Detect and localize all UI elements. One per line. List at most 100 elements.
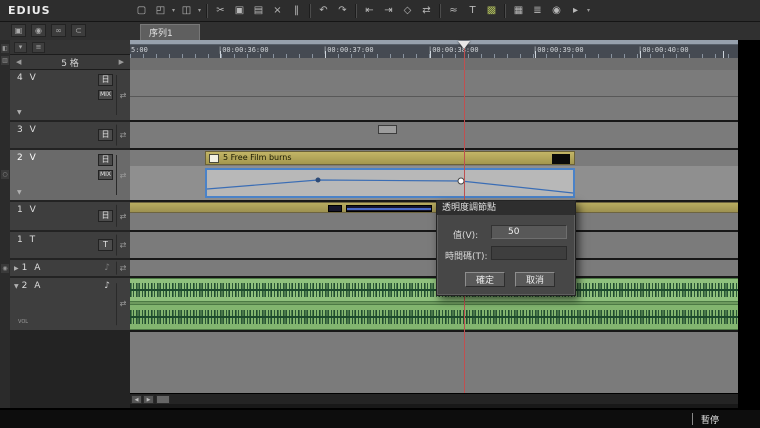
track-margin-row[interactable] (130, 58, 738, 70)
transparency-rubber-band[interactable] (207, 170, 573, 196)
audio-clip-channel-1[interactable] (130, 278, 738, 302)
panel-menu-icon[interactable]: ▾ (14, 42, 27, 53)
horizontal-scrollbar[interactable]: ◀ ▶ (130, 393, 738, 404)
scroll-right-icon[interactable]: ▶ (143, 395, 154, 404)
track-header-1v[interactable]: 1 V 日 ⇄ (10, 202, 130, 230)
expander-icon[interactable]: ▼ (14, 283, 19, 290)
expander-icon[interactable]: ▶ (14, 265, 19, 272)
save-dropdown-caret-icon[interactable]: ▾ (196, 7, 203, 14)
scroll-left-icon[interactable]: ◀ (131, 395, 142, 404)
track-1t-content[interactable] (130, 232, 738, 258)
tab-sequence-1[interactable]: 序列1 (140, 24, 200, 40)
timeline-area[interactable]: 5:00 |00:00:36:00 |00:00:37:00 |00:00:38… (130, 40, 738, 408)
clip-effect-icon[interactable] (328, 205, 342, 212)
open-dropdown-caret-icon[interactable]: ▾ (170, 7, 177, 14)
expander-icon[interactable]: ▼ (17, 189, 22, 196)
export-icon[interactable]: ▸ (566, 2, 585, 19)
multicam-icon[interactable]: ▦ (509, 2, 528, 19)
track-header-4v[interactable]: 4 V ▼ 日 MIX ⇄ (10, 70, 130, 120)
cut-icon[interactable]: ✂ (211, 2, 230, 19)
clip-film-burns[interactable]: 5 Free Film burns (205, 151, 575, 165)
track-header-1a[interactable]: ▶ 1 A ♪ ⇄ (10, 260, 130, 276)
set-out-point-icon[interactable]: ⇥ (379, 2, 398, 19)
scrollbar-thumb[interactable] (156, 395, 170, 404)
speaker-icon[interactable]: ♪ (104, 281, 110, 291)
clip-duration-bar[interactable] (346, 205, 432, 212)
add-marker-icon[interactable]: ◇ (398, 2, 417, 19)
track-1v-content[interactable] (130, 202, 738, 230)
track-3v-content[interactable] (130, 122, 738, 148)
audio-mixer-icon[interactable]: ≣ (528, 2, 547, 19)
audio-clip-channel-2[interactable] (130, 304, 738, 330)
sync-point-icon[interactable]: ⇄ (417, 2, 436, 19)
capture-icon[interactable]: ◉ (547, 2, 566, 19)
expander-icon[interactable]: ▼ (17, 109, 22, 116)
insert-mode-icon[interactable]: ⊂ (71, 24, 86, 37)
track-header-2a[interactable]: ▼ 2 A ♪ VOL ⇄ (10, 278, 130, 330)
copy-icon[interactable]: ▣ (230, 2, 249, 19)
panel-list-icon[interactable]: ≡ (32, 42, 45, 53)
add-transition-icon[interactable]: ≈ (444, 2, 463, 19)
clip-1v-strip[interactable] (130, 202, 738, 213)
strip-toggle-2-icon[interactable]: ▥ (1, 56, 9, 65)
undo-icon[interactable]: ↶ (314, 2, 333, 19)
sync-lock-icon[interactable]: ⇄ (116, 205, 129, 227)
dialog-title[interactable]: 透明度調節點 (437, 201, 575, 215)
ripple-delete-icon[interactable]: × (268, 2, 287, 19)
value-input[interactable]: 50 (491, 225, 567, 239)
clip-fragment[interactable] (378, 125, 397, 134)
scale-increase-icon[interactable]: ▶ (113, 58, 130, 66)
video-part-button[interactable]: 日 (98, 210, 113, 222)
time-scale-selector: ◀ 5 格 ▶ (10, 55, 130, 70)
paste-icon[interactable]: ▤ (249, 2, 268, 19)
ok-button[interactable]: 確定 (465, 272, 505, 287)
video-part-button[interactable]: 日 (98, 154, 113, 166)
save-project-icon[interactable]: ◫ (177, 2, 196, 19)
video-layouter-icon[interactable]: ▩ (482, 2, 501, 19)
track-2v-video-content[interactable]: 5 Free Film burns (130, 150, 738, 166)
track-2v-mixer-content[interactable] (130, 166, 738, 200)
sync-mode-icon[interactable]: ▣ (11, 24, 26, 37)
sync-lock-icon[interactable]: ⇄ (116, 75, 129, 115)
track-header-3v[interactable]: 3 V 日 ⇄ (10, 122, 130, 148)
track-header-2v[interactable]: 2 V ▼ 日 MIX ⇄ (10, 150, 130, 200)
track-header-1t[interactable]: 1 T T ⇄ (10, 232, 130, 258)
timeline-empty-area[interactable] (130, 332, 738, 393)
strip-video-group-icon[interactable]: ○ (1, 170, 9, 179)
timeline-workspace: ◧ ▥ ○ ◉ ▾ ≡ ◀ 5 格 ▶ 4 V ▼ 日 MIX (0, 40, 760, 408)
export-dropdown-caret-icon[interactable]: ▾ (585, 7, 592, 14)
strip-audio-group-icon[interactable]: ◉ (1, 264, 9, 273)
mixer-button[interactable]: MIX (98, 90, 113, 100)
track-1a-content[interactable] (130, 260, 738, 276)
rubber-band-mode-label[interactable]: VOL (18, 319, 28, 325)
scale-decrease-icon[interactable]: ◀ (10, 58, 27, 66)
adjustment-point-dialog[interactable]: 透明度調節點 值(V): 50 時間碼(T): 確定 取消 (436, 200, 576, 296)
redo-icon[interactable]: ↷ (333, 2, 352, 19)
open-project-icon[interactable]: ◰ (151, 2, 170, 19)
new-sequence-icon[interactable]: ▢ (132, 2, 151, 19)
track-2a-content[interactable] (130, 278, 738, 330)
set-in-point-icon[interactable]: ⇤ (360, 2, 379, 19)
timecode-input[interactable] (491, 246, 567, 260)
sync-lock-icon[interactable]: ⇄ (116, 125, 129, 146)
sync-lock-icon[interactable]: ⇄ (116, 283, 129, 325)
ripple-mode-icon[interactable]: ◉ (31, 24, 46, 37)
sync-lock-icon[interactable]: ⇄ (116, 262, 129, 275)
selected-mixer-clip[interactable] (205, 168, 575, 198)
create-title-icon[interactable]: T (463, 2, 482, 19)
sync-lock-icon[interactable]: ⇄ (116, 235, 129, 256)
link-mode-icon[interactable]: ∞ (51, 24, 66, 37)
sync-lock-icon[interactable]: ⇄ (116, 155, 129, 195)
speaker-icon[interactable]: ♪ (104, 263, 110, 273)
playhead-marker[interactable] (458, 41, 470, 49)
video-part-button[interactable]: 日 (98, 74, 113, 86)
timeline-ruler[interactable]: 5:00 |00:00:36:00 |00:00:37:00 |00:00:38… (130, 40, 738, 58)
mixer-button[interactable]: MIX (98, 170, 113, 180)
track-4v-content[interactable] (130, 70, 738, 120)
time-scale-value[interactable]: 5 格 (27, 56, 112, 69)
cancel-button[interactable]: 取消 (515, 272, 555, 287)
title-part-button[interactable]: T (98, 239, 113, 251)
add-cut-point-icon[interactable]: ‖ (287, 2, 306, 19)
video-part-button[interactable]: 日 (98, 129, 113, 141)
strip-toggle-1-icon[interactable]: ◧ (1, 44, 9, 53)
